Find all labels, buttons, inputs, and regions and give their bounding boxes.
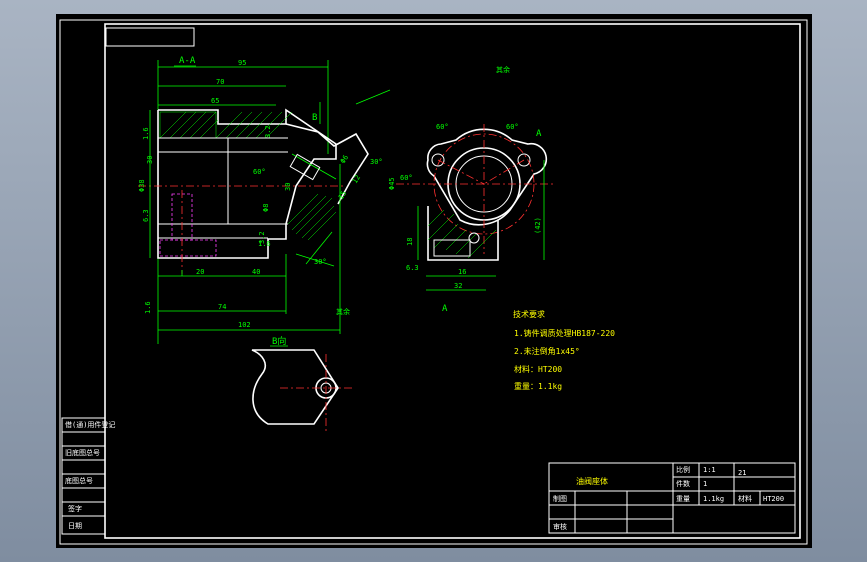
dim-32: 32 bbox=[454, 282, 462, 290]
angle-30-b: 30° bbox=[370, 158, 383, 166]
section-aa-view: A-A 95 70 65 Φ38 30 1.6 6.3 1.6 Φ8 3.2 3… bbox=[138, 56, 391, 344]
dim-70: 70 bbox=[216, 78, 224, 86]
revision-table: 借(通)用件登记 旧底图总号 底图总号 签字 日期 bbox=[61, 417, 115, 535]
dim-phi6: Φ6 bbox=[339, 154, 350, 165]
tech-line-2: 2.未注倒角1x45° bbox=[514, 346, 580, 356]
section-a-top-marker: A bbox=[536, 129, 542, 139]
tech-title: 技术要求 bbox=[513, 309, 545, 319]
dim-30: 30 bbox=[146, 156, 154, 164]
dim-74: 74 bbox=[218, 303, 226, 311]
scale-value: 1:1 bbox=[703, 466, 716, 474]
b-direction-view: B向 bbox=[251, 335, 352, 434]
rest-rough-1: 其余 bbox=[336, 307, 350, 316]
angle-60-c: 60° bbox=[506, 123, 519, 131]
dim-16: 16 bbox=[458, 268, 466, 276]
tech-line-3: 材料：HT200 bbox=[514, 364, 562, 374]
checked-label: 审核 bbox=[553, 522, 567, 531]
rough-3-2-b: 3.2 bbox=[264, 125, 272, 138]
dim-phi8: Φ8 bbox=[262, 204, 270, 212]
top-left-code-box bbox=[105, 27, 195, 47]
qty-label: 件数 bbox=[676, 479, 690, 488]
outer-frame bbox=[59, 19, 808, 545]
rest-rough-2: 其余 bbox=[496, 65, 510, 74]
dim-phi45: Φ45 bbox=[388, 177, 396, 190]
b-view-label: B向 bbox=[272, 335, 286, 347]
angle-60-d: 60° bbox=[400, 174, 413, 182]
drawing-viewport[interactable]: 借(通)用件登记 旧底图总号 底图总号 签字 日期 A-A 95 70 65 Φ… bbox=[56, 14, 812, 548]
drawing-number: 21 bbox=[738, 469, 746, 477]
rough-6-3-a: 6.3 bbox=[142, 209, 150, 222]
dim-30-v: 30 bbox=[284, 183, 292, 191]
angle-60-a: 60° bbox=[253, 168, 266, 176]
dim-phi38: Φ38 bbox=[138, 179, 146, 192]
section-aa-label: A-A bbox=[179, 56, 196, 66]
dim-20: 20 bbox=[196, 268, 204, 276]
dim-42: (42) bbox=[534, 217, 542, 234]
revision-row-4: 签字 bbox=[68, 504, 82, 513]
front-view: A A 60° 60° 60° Φ45 (42) 16 32 18 6.3 其余… bbox=[336, 65, 556, 316]
revision-row-3: 底图总号 bbox=[65, 476, 93, 485]
weight-label: 重量 bbox=[676, 495, 690, 503]
title-block: 油阀座体 比例 1:1 件数 1 重量 1.1kg 材料 HT200 21 制图… bbox=[548, 462, 796, 534]
cad-drawing: 借(通)用件登记 旧底图总号 底图总号 签字 日期 A-A 95 70 65 Φ… bbox=[59, 19, 808, 545]
section-a-bottom-marker: A bbox=[442, 304, 448, 314]
tech-line-4: 重量：1.1kg bbox=[514, 381, 562, 391]
rough-6-3-b: 6.3 bbox=[406, 264, 419, 272]
angle-60-b: 60° bbox=[436, 123, 449, 131]
rough-1-6-b: 1.6 bbox=[144, 301, 152, 314]
section-b-marker: B bbox=[312, 113, 317, 123]
dim-65: 65 bbox=[211, 97, 219, 105]
inner-frame bbox=[104, 23, 801, 539]
scale-label: 比例 bbox=[676, 465, 690, 474]
revision-row-1: 借(通)用件登记 bbox=[65, 420, 115, 429]
weight-value: 1.1kg bbox=[703, 495, 724, 503]
dim-40: 40 bbox=[252, 268, 260, 276]
material-label: 材料 bbox=[738, 494, 752, 503]
material-value: HT200 bbox=[763, 495, 784, 503]
revision-row-5: 日期 bbox=[68, 522, 82, 530]
dim-95: 95 bbox=[238, 59, 246, 67]
dim-18: 18 bbox=[406, 238, 414, 246]
qty-value: 1 bbox=[703, 480, 707, 488]
tech-line-1: 1.铸件调质处理HB187-220 bbox=[514, 328, 615, 338]
rough-1-6-a: 1.6 bbox=[142, 127, 150, 140]
dim-12: 12 bbox=[351, 174, 362, 185]
dim-15: 15 bbox=[337, 190, 348, 201]
drawn-label: 制图 bbox=[553, 494, 567, 503]
revision-row-2: 旧底图总号 bbox=[65, 448, 100, 457]
rough-1-6-c: 1.6 bbox=[258, 240, 271, 248]
dim-102: 102 bbox=[238, 321, 251, 329]
part-name: 油阀座体 bbox=[576, 476, 608, 486]
technical-requirements: 技术要求 1.铸件调质处理HB187-220 2.未注倒角1x45° 材料：HT… bbox=[513, 309, 615, 391]
